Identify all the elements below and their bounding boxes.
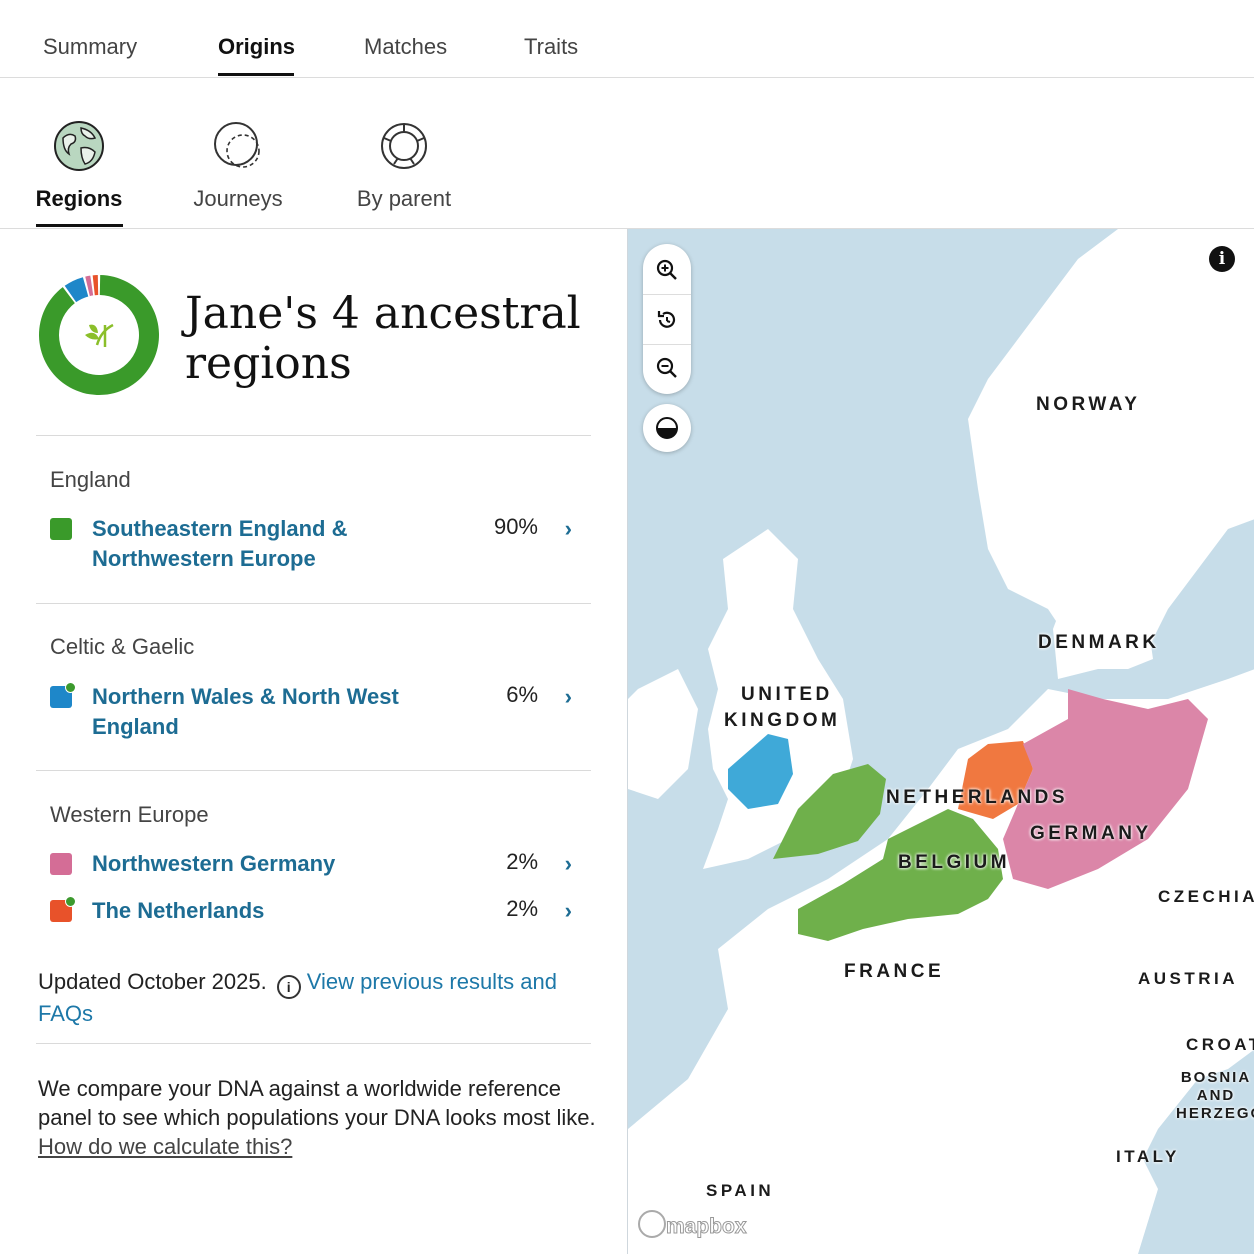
subtab-journeys-label: Journeys [193, 186, 283, 211]
region-row-nw-germany[interactable]: Northwestern Germany 2% › [50, 849, 590, 879]
sub-tabs: Regions Journeys By parent [0, 78, 1254, 229]
map-label-croatia: CROAT [1186, 1035, 1254, 1054]
map-label-united: UNITED [741, 684, 833, 705]
divider [643, 294, 691, 295]
ethnicity-donut-chart [39, 275, 160, 395]
subtab-regions-label: Regions [35, 186, 123, 211]
info-icon: i [276, 975, 301, 999]
subtab-regions[interactable]: Regions [9, 118, 149, 212]
reset-icon [657, 311, 676, 328]
chevron-right-icon[interactable]: › [565, 851, 572, 877]
reset-view-button[interactable] [643, 296, 691, 344]
map-info-icon[interactable]: i [1209, 246, 1235, 272]
region-color-swatch [50, 518, 72, 540]
globe-icon [51, 118, 107, 174]
updated-text: Updated October 2025. [38, 969, 267, 994]
map-zoom-controls [643, 244, 691, 394]
region-name: Northwestern Germany [92, 851, 336, 876]
chevron-right-icon[interactable]: › [565, 684, 572, 710]
chevron-right-icon[interactable]: › [565, 516, 572, 542]
map-label-germany: GERMANY [1030, 823, 1152, 844]
new-indicator-dot [65, 682, 76, 693]
region-percent: 90% [493, 514, 538, 539]
region-color-swatch [50, 853, 72, 875]
map-label-france: FRANCE [844, 961, 945, 982]
tab-matches[interactable]: Matches [364, 34, 447, 60]
journeys-icon [210, 118, 266, 174]
tab-summary[interactable]: Summary [43, 34, 137, 60]
map-label-italy: ITALY [1116, 1147, 1180, 1166]
mapbox-logo: mapbox [638, 1210, 747, 1239]
region-name: Northern Wales & North West England [92, 684, 399, 739]
map-label-denmark: DENMARK [1038, 632, 1160, 653]
region-row-se-england[interactable]: Southeastern England & Northwestern Euro… [50, 514, 590, 574]
region-percent: 2% [506, 849, 538, 874]
map-label-kingdom: KINGDOM [724, 710, 841, 731]
map-label-czechia: CZECHIA [1158, 887, 1254, 906]
how-calculate-link[interactable]: How do we calculate this? [38, 1134, 292, 1159]
map-label-belgium: BELGIUM [898, 852, 1011, 873]
subtab-by-parent-label: By parent [356, 186, 452, 211]
results-panel: Jane's 4 ancestral regions England South… [0, 229, 627, 1254]
region-color-swatch [50, 682, 76, 708]
region-color-swatch [50, 896, 76, 922]
region-name: The Netherlands [92, 898, 265, 923]
map-label-spain: SPAIN [706, 1181, 775, 1200]
page-title: Jane's 4 ancestral regions [185, 288, 581, 389]
tab-traits[interactable]: Traits [524, 34, 578, 60]
region-percent: 2% [506, 896, 538, 921]
region-row-netherlands[interactable]: The Netherlands 2% › [50, 896, 590, 926]
ancestry-map[interactable]: NORWAY DENMARK UNITED KINGDOM NETHERLAND… [627, 229, 1254, 1254]
divider [36, 435, 591, 436]
description-text: We compare your DNA against a worldwide … [38, 1076, 596, 1130]
zoom-in-icon [656, 259, 677, 280]
description: We compare your DNA against a worldwide … [38, 1074, 598, 1161]
group-title-england: England [50, 467, 131, 492]
chevron-right-icon[interactable]: › [565, 898, 572, 924]
divider [36, 770, 591, 771]
region-percent: 6% [506, 682, 538, 707]
tab-active-underline [218, 73, 294, 76]
group-title-celtic-gaelic: Celtic & Gaelic [50, 634, 195, 659]
by-parent-icon [376, 118, 432, 174]
donut-segment [92, 275, 99, 296]
map-label-bosnia: BOSNIA AND HERZEGOV [1176, 1069, 1254, 1122]
map-canvas[interactable] [628, 229, 1254, 1254]
new-indicator-dot [65, 896, 76, 907]
contrast-icon [656, 417, 678, 439]
updated-notice: Updated October 2025. i View previous resu… [38, 967, 598, 1029]
map-label-austria: AUSTRIA [1138, 969, 1239, 988]
divider [36, 1043, 591, 1044]
zoom-out-icon [656, 357, 677, 378]
subtab-by-parent[interactable]: By parent [334, 118, 474, 212]
tab-origins[interactable]: Origins [218, 34, 295, 60]
subtab-active-underline [36, 224, 123, 227]
map-label-norway: NORWAY [1036, 394, 1141, 415]
divider [36, 603, 591, 604]
group-title-western-europe: Western Europe [50, 802, 209, 827]
zoom-in-button[interactable] [643, 246, 691, 294]
top-nav: Summary Origins Matches Traits [0, 0, 1254, 78]
contrast-toggle-button[interactable] [643, 404, 691, 452]
region-row-north-wales[interactable]: Northern Wales & North West England 6% › [50, 682, 590, 742]
region-name: Southeastern England & Northwestern Euro… [92, 516, 348, 571]
map-label-netherlands: NETHERLANDS [886, 787, 1069, 808]
subtab-journeys[interactable]: Journeys [168, 118, 308, 212]
zoom-out-button[interactable] [643, 344, 691, 392]
